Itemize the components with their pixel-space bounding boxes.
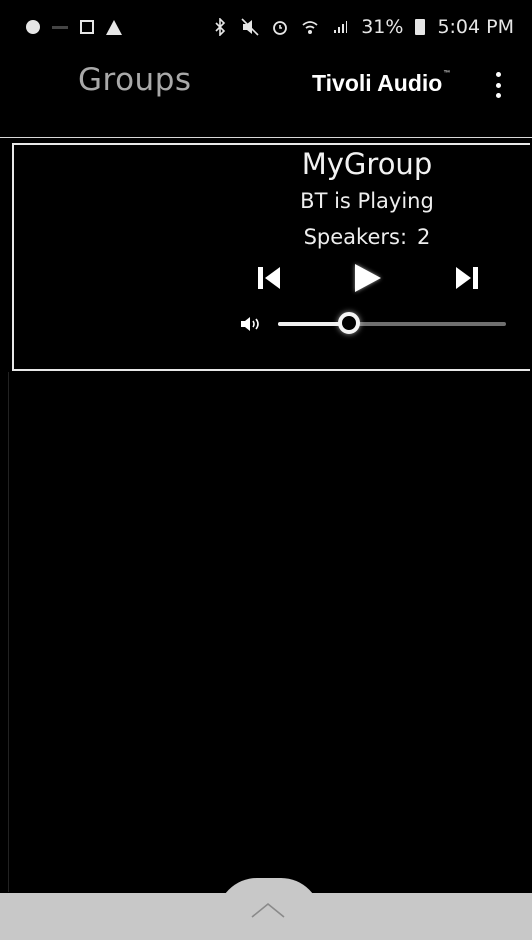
next-button[interactable] xyxy=(454,261,480,295)
status-right-icons: 31% 5:04 PM xyxy=(211,16,514,38)
wifi-icon xyxy=(301,18,319,36)
brand-name: Tivoli Audio xyxy=(312,70,443,96)
volume-icon xyxy=(240,315,262,333)
overflow-menu-icon[interactable] xyxy=(488,70,508,100)
battery-percent: 31% xyxy=(361,16,404,38)
status-bar: 31% 5:04 PM xyxy=(0,0,532,54)
battery-icon xyxy=(415,19,426,35)
playback-status: BT is Playing xyxy=(300,189,434,213)
play-icon xyxy=(355,264,381,292)
mute-icon xyxy=(241,18,259,36)
warning-icon xyxy=(106,19,122,35)
chevron-up-icon xyxy=(251,902,285,918)
app-bar: Groups Tivoli Audio™ xyxy=(0,54,532,138)
previous-icon xyxy=(258,267,280,289)
menu-dot xyxy=(495,93,501,98)
page-title: Groups xyxy=(78,62,192,98)
volume-thumb[interactable] xyxy=(338,312,360,334)
status-left-icons xyxy=(26,19,122,35)
menu-dot xyxy=(495,72,501,77)
alarm-icon xyxy=(271,18,289,36)
group-card[interactable]: MyGroup BT is Playing Speakers: 2 xyxy=(12,143,530,371)
speakers-count-row: Speakers: 2 xyxy=(14,225,532,249)
signal-icon xyxy=(331,18,349,36)
volume-slider[interactable] xyxy=(278,312,506,336)
group-name: MyGroup xyxy=(301,147,433,181)
next-icon xyxy=(456,267,478,289)
bluetooth-icon xyxy=(211,18,229,36)
clock: 5:04 PM xyxy=(437,16,514,38)
speakers-count: 2 xyxy=(417,225,431,249)
previous-button[interactable] xyxy=(256,261,282,295)
speakers-label: Speakers: xyxy=(303,225,408,249)
gallery-icon xyxy=(80,20,94,34)
menu-dot xyxy=(495,82,501,88)
brand-trademark: ™ xyxy=(443,70,451,77)
groups-list-area xyxy=(8,372,531,892)
notification-dot-icon xyxy=(26,20,40,34)
expand-button[interactable] xyxy=(236,890,300,930)
brand-logo: Tivoli Audio™ xyxy=(312,70,450,97)
app-icon xyxy=(52,25,68,29)
play-button[interactable] xyxy=(347,261,387,295)
